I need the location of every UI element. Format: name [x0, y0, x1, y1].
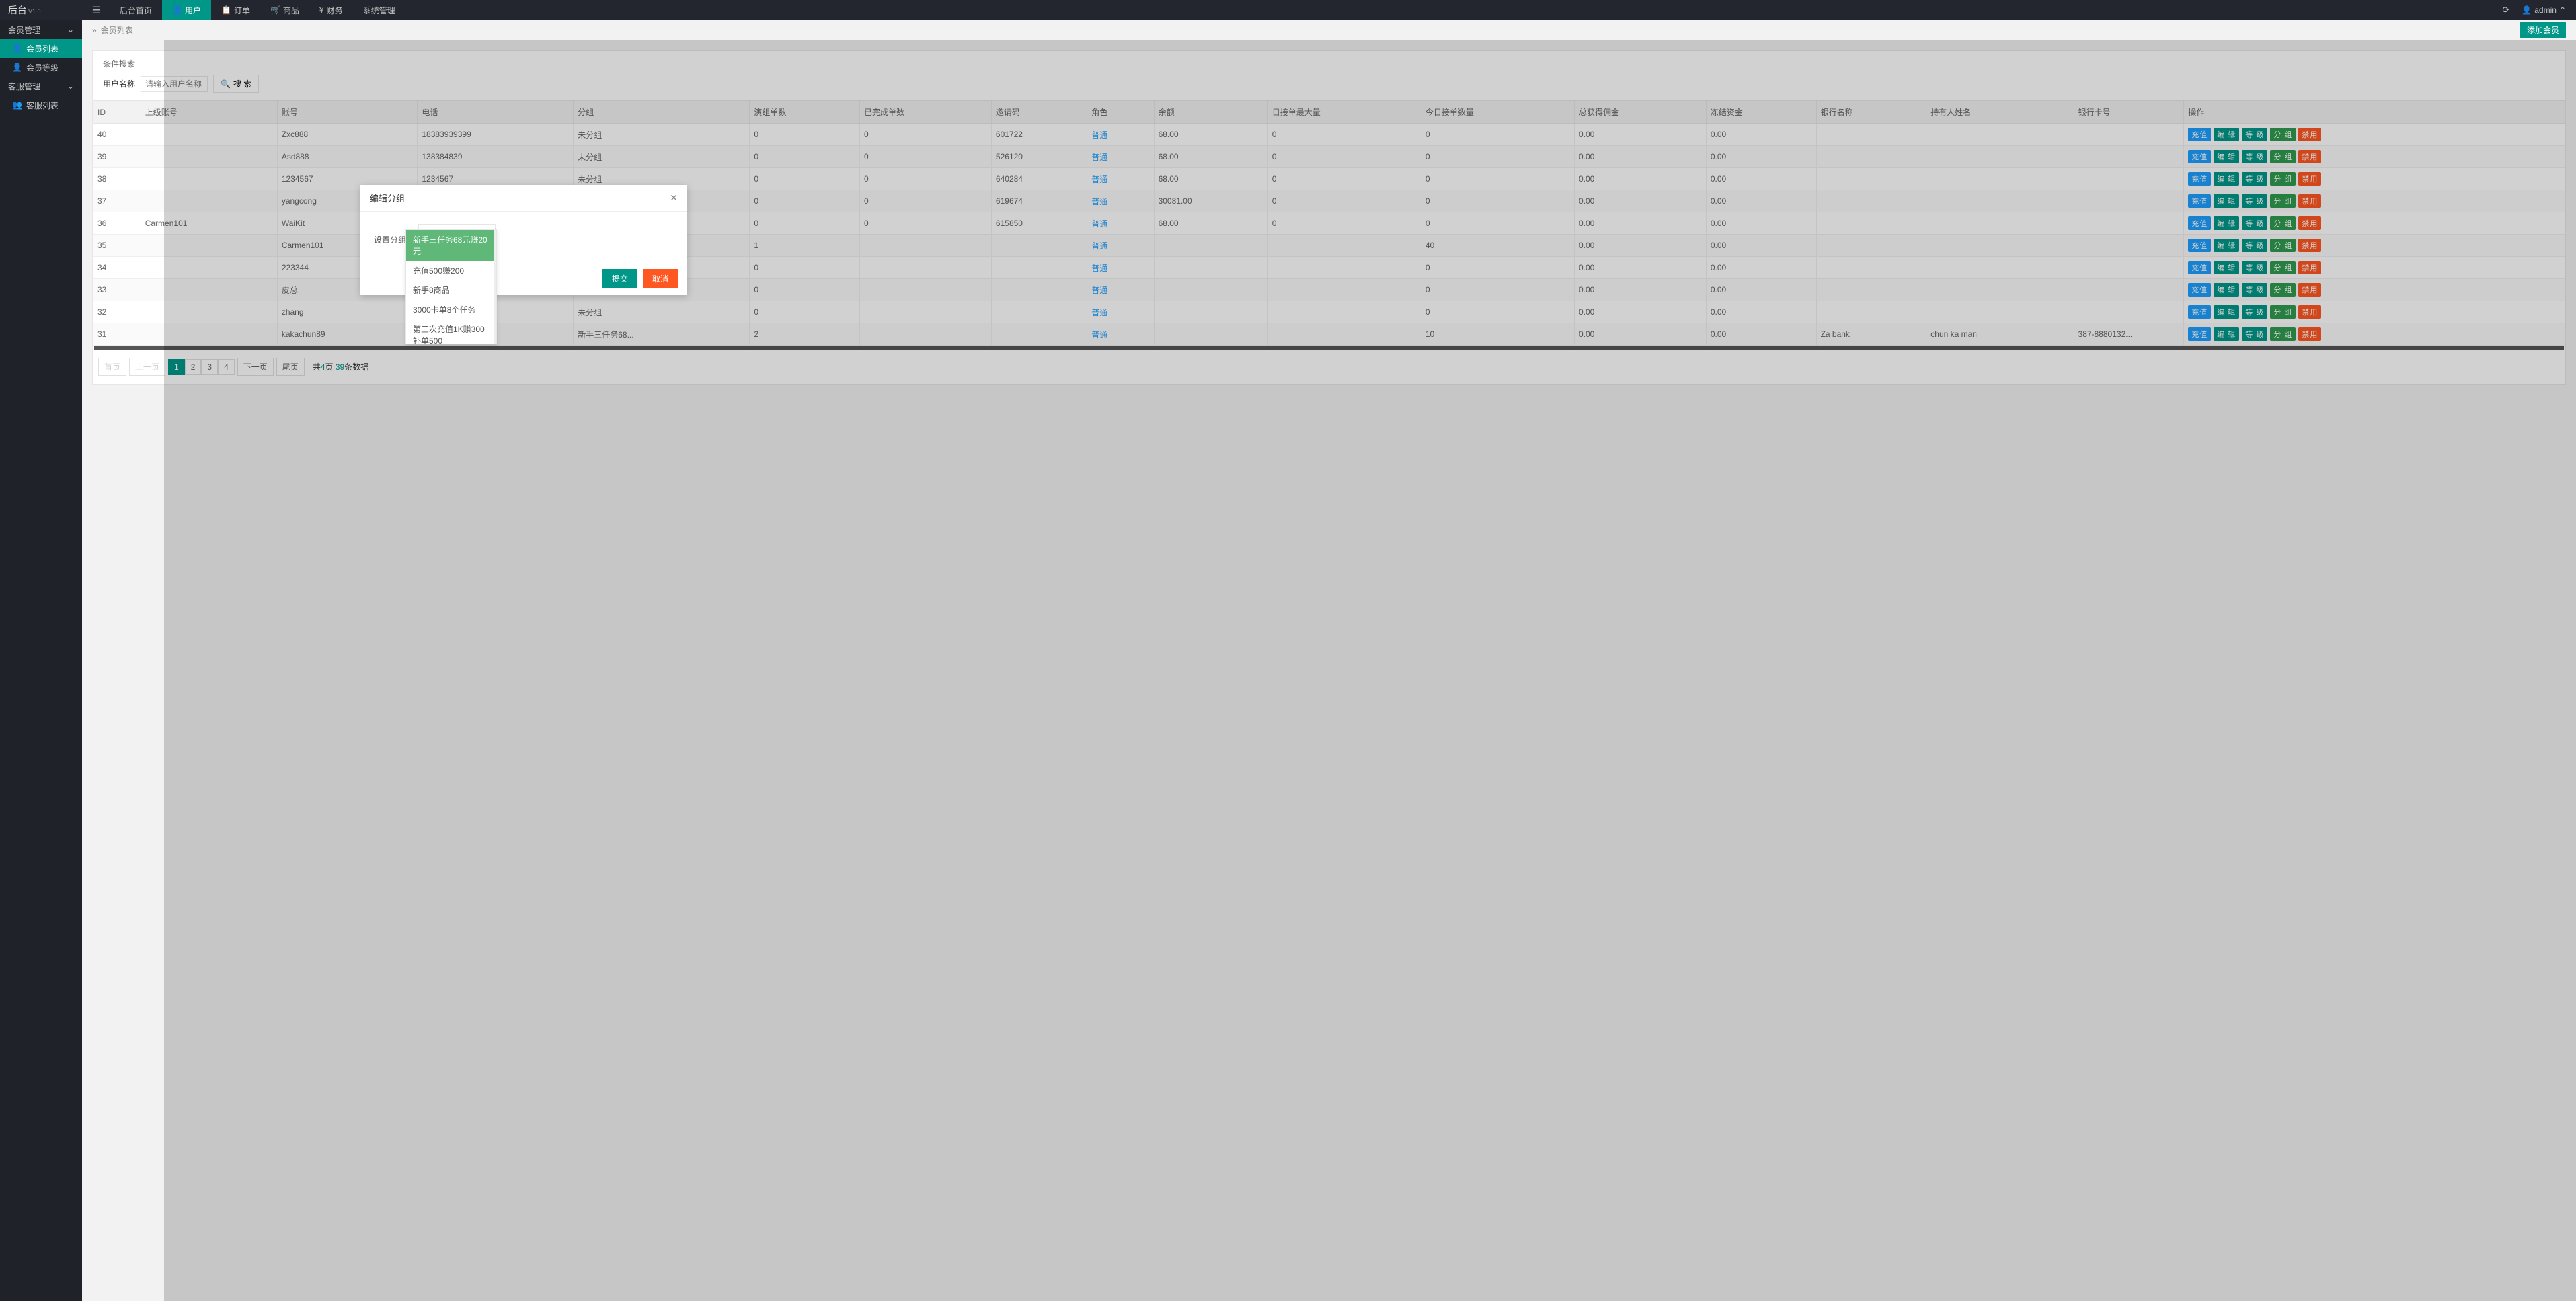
sidebar-group[interactable]: 客服管理⌄ [0, 77, 82, 95]
logo-version: V1.0 [28, 8, 41, 15]
dropdown-option[interactable]: 新手8商品 [406, 280, 496, 300]
username: admin [2534, 5, 2557, 15]
dropdown-option[interactable]: 第三次充值1K赚300补单500 [406, 319, 496, 344]
page-first-button[interactable]: 首页 [98, 358, 126, 376]
sidebar-item-member-level[interactable]: 👤会员等级 [0, 58, 82, 77]
page-prev-button[interactable]: 上一页 [129, 358, 165, 376]
sidebar-item-icon: 👤 [12, 63, 22, 72]
breadcrumb-label: 会员列表 [101, 24, 133, 36]
breadcrumb-icon: » [92, 26, 97, 35]
sidebar-item-service-list[interactable]: 👥客服列表 [0, 95, 82, 114]
modal-title: 编辑分组 [370, 192, 405, 204]
sidebar-group[interactable]: 会员管理⌄ [0, 20, 82, 39]
sidebar-item-member-list[interactable]: 👤会员列表 [0, 39, 82, 58]
sidebar-item-icon: 👤 [12, 44, 22, 53]
chevron-up-icon: ⌃ [2559, 5, 2566, 15]
dropdown-option[interactable]: 新手三任务68元赚20元 [406, 230, 496, 261]
goods-icon: 🛒 [270, 5, 280, 15]
group-select-dropdown[interactable]: 新手三任务68元赚20元充值500赚200新手8商品3000卡单8个任务第三次充… [405, 229, 497, 344]
top-header: 后台 V1.0 ☰ 后台首页👤用户📋订单🛒商品¥财务系统管理 ⟳ 👤 admin… [0, 0, 2576, 20]
logo-text: 后台 [8, 3, 27, 17]
topnav-system[interactable]: 系统管理 [353, 0, 405, 20]
user-icon: 👤 [172, 5, 182, 15]
breadcrumb: » 会员列表 [92, 24, 133, 36]
sidebar: 会员管理⌄👤会员列表👤会员等级客服管理⌄👥客服列表 [0, 20, 82, 1301]
modal-close-icon[interactable]: ✕ [670, 192, 678, 204]
column-header: ID [93, 101, 141, 124]
chevron-down-icon: ⌄ [67, 25, 74, 34]
menu-toggle-icon[interactable]: ☰ [83, 5, 110, 16]
logo: 后台 V1.0 [0, 3, 83, 17]
sidebar-item-icon: 👥 [12, 100, 22, 110]
dropdown-option[interactable]: 充值500赚200 [406, 261, 496, 280]
breadcrumb-row: » 会员列表 添加会员 [82, 20, 2576, 40]
topnav-order[interactable]: 📋订单 [211, 0, 260, 20]
topnav-goods[interactable]: 🛒商品 [260, 0, 309, 20]
finance-icon: ¥ [319, 5, 324, 15]
refresh-icon[interactable]: ⟳ [2502, 5, 2509, 15]
add-member-button[interactable]: 添加会员 [2520, 22, 2566, 38]
filter-label: 用户名称 [103, 78, 135, 89]
dropdown-option[interactable]: 3000卡单8个任务 [406, 300, 496, 319]
chevron-down-icon: ⌄ [67, 81, 74, 91]
cancel-button[interactable]: 取消 [643, 269, 678, 288]
user-icon: 👤 [2522, 5, 2532, 15]
user-menu[interactable]: 👤 admin ⌃ [2522, 5, 2566, 15]
order-icon: 📋 [221, 5, 231, 15]
submit-button[interactable]: 提交 [602, 269, 637, 288]
topnav-user[interactable]: 👤用户 [162, 0, 211, 20]
topnav-home[interactable]: 后台首页 [110, 0, 162, 20]
topnav-finance[interactable]: ¥财务 [309, 0, 353, 20]
